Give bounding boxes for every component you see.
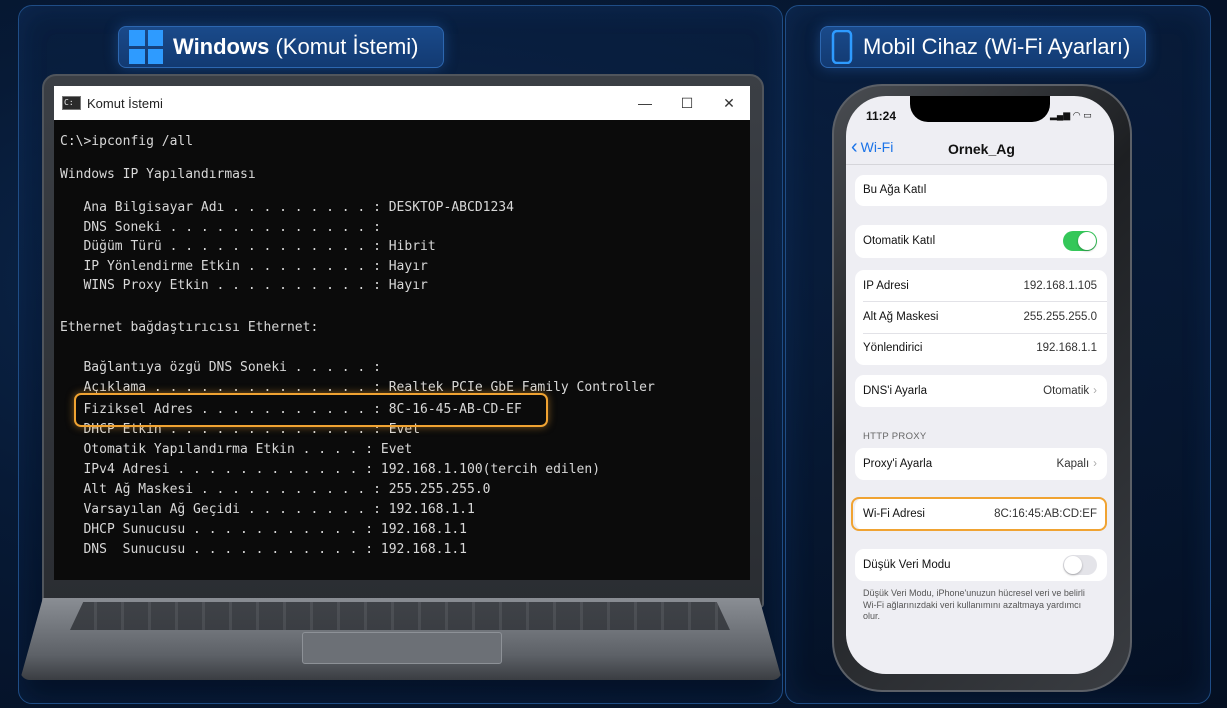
laptop-keyboard	[70, 602, 730, 630]
terminal-line: IP Yönlendirme Etkin . . . . . . . . : H…	[60, 259, 428, 274]
join-network-card[interactable]: Bu Ağa Katıl	[855, 175, 1107, 206]
windows-heading-light: (Komut İstemi)	[269, 34, 419, 59]
terminal-line: Varsayılan Ağ Geçidi . . . . . . . . : 1…	[60, 502, 475, 517]
proxy-card[interactable]: Proxy'i Ayarla Kapalı ›	[855, 448, 1107, 480]
terminal-line: Windows IP Yapılandırması	[60, 167, 256, 182]
back-label: Wi-Fi	[860, 139, 894, 155]
maximize-button[interactable]: ☐	[666, 86, 708, 120]
terminal-line: WINS Proxy Etkin . . . . . . . . . . : H…	[60, 278, 428, 293]
terminal-line: DNS Sunucusu . . . . . . . . . . . : 192…	[60, 542, 467, 557]
ip-info-card: IP Adresi 192.168.1.105 Alt Ağ Maskesi 255…	[855, 270, 1107, 365]
auto-join-card: Otomatik Katıl	[855, 225, 1107, 258]
close-button[interactable]: ✕	[708, 86, 750, 120]
terminal-line: DHCP Sunucusu . . . . . . . . . . . : 19…	[60, 522, 467, 537]
terminal-line: Ana Bilgisayar Adı . . . . . . . . . : D…	[60, 200, 514, 215]
chevron-right-icon: ›	[1093, 458, 1097, 470]
minimize-button[interactable]: —	[624, 86, 666, 120]
dns-card[interactable]: DNS'i Ayarla Otomatik ›	[855, 375, 1107, 407]
terminal-line: C:\>ipconfig /all	[60, 134, 194, 149]
mobile-heading: Mobil Cihaz (Wi-Fi Ayarları)	[820, 26, 1146, 68]
dns-label: DNS'i Ayarla	[863, 385, 927, 397]
auto-join-toggle[interactable]	[1063, 231, 1097, 251]
phone-notch	[910, 96, 1050, 122]
proxy-label: Proxy'i Ayarla	[863, 458, 933, 470]
terminal-line: Düğüm Türü . . . . . . . . . . . . . : H…	[60, 239, 436, 254]
low-data-description: Düşük Veri Modu, iPhone'unuzun hücresel …	[863, 588, 1085, 621]
status-time: 11:24	[866, 109, 897, 123]
router-label: Yönlendirici	[863, 342, 923, 354]
windows-logo-icon	[129, 30, 163, 64]
router-value: 192.168.1.1	[1036, 342, 1097, 354]
low-data-toggle[interactable]	[1063, 555, 1097, 575]
cmd-window-title: Komut İstemi	[87, 95, 163, 111]
terminal-line: DNS Soneki . . . . . . . . . . . . . :	[60, 220, 381, 235]
nav-divider	[846, 164, 1114, 165]
back-wifi-link[interactable]: ‹ Wi-Fi	[851, 136, 894, 158]
ip-label: IP Adresi	[863, 280, 909, 292]
subnet-label: Alt Ağ Maskesi	[863, 311, 939, 323]
status-icons: ▂▄▆ ◠ ▭	[1050, 110, 1092, 120]
laptop-trackpad	[302, 632, 502, 664]
smartphone-icon	[831, 30, 853, 64]
terminal-line: Ethernet bağdaştırıcısı Ethernet:	[60, 320, 319, 335]
low-data-label: Düşük Veri Modu	[863, 559, 951, 571]
terminal-output[interactable]: C:\>ipconfig /all Windows IP Yapılandırm…	[60, 132, 744, 580]
cmd-window: C: Komut İstemi — ☐ ✕ C:\>ipconfig /all …	[54, 86, 750, 580]
dns-value: Otomatik	[1043, 385, 1090, 397]
ip-value: 192.168.1.105	[1023, 280, 1097, 292]
subnet-value: 255.255.255.0	[1023, 311, 1097, 323]
chevron-left-icon: ‹	[851, 136, 858, 158]
terminal-line: Alt Ağ Maskesi . . . . . . . . . . . : 2…	[60, 482, 491, 497]
low-data-card: Düşük Veri Modu	[855, 549, 1107, 581]
windows-heading-bold: Windows	[173, 34, 270, 59]
wifi-address-highlight	[851, 497, 1107, 531]
mobile-heading-text: Mobil Cihaz (Wi-Fi Ayarları)	[863, 34, 1131, 59]
terminal-line: Otomatik Yapılandırma Etkin . . . . : Ev…	[60, 442, 413, 457]
windows-heading: Windows (Komut İstemi)	[118, 26, 444, 68]
terminal-line: Bağlantıya özgü DNS Soneki . . . . . :	[60, 360, 381, 375]
network-title: Ornek_Ag	[948, 141, 1015, 157]
cmd-titlebar[interactable]: C: Komut İstemi — ☐ ✕	[54, 86, 750, 120]
terminal-line: IPv4 Adresi . . . . . . . . . . . . : 19…	[60, 462, 601, 477]
cmd-app-icon: C:	[62, 96, 81, 110]
physical-address-highlight	[74, 393, 548, 427]
chevron-right-icon: ›	[1093, 385, 1097, 397]
proxy-section-header: HTTP PROXY	[863, 431, 927, 442]
auto-join-label: Otomatik Katıl	[863, 235, 936, 247]
proxy-value: Kapalı	[1056, 458, 1090, 470]
join-network-label: Bu Ağa Katıl	[863, 184, 927, 196]
